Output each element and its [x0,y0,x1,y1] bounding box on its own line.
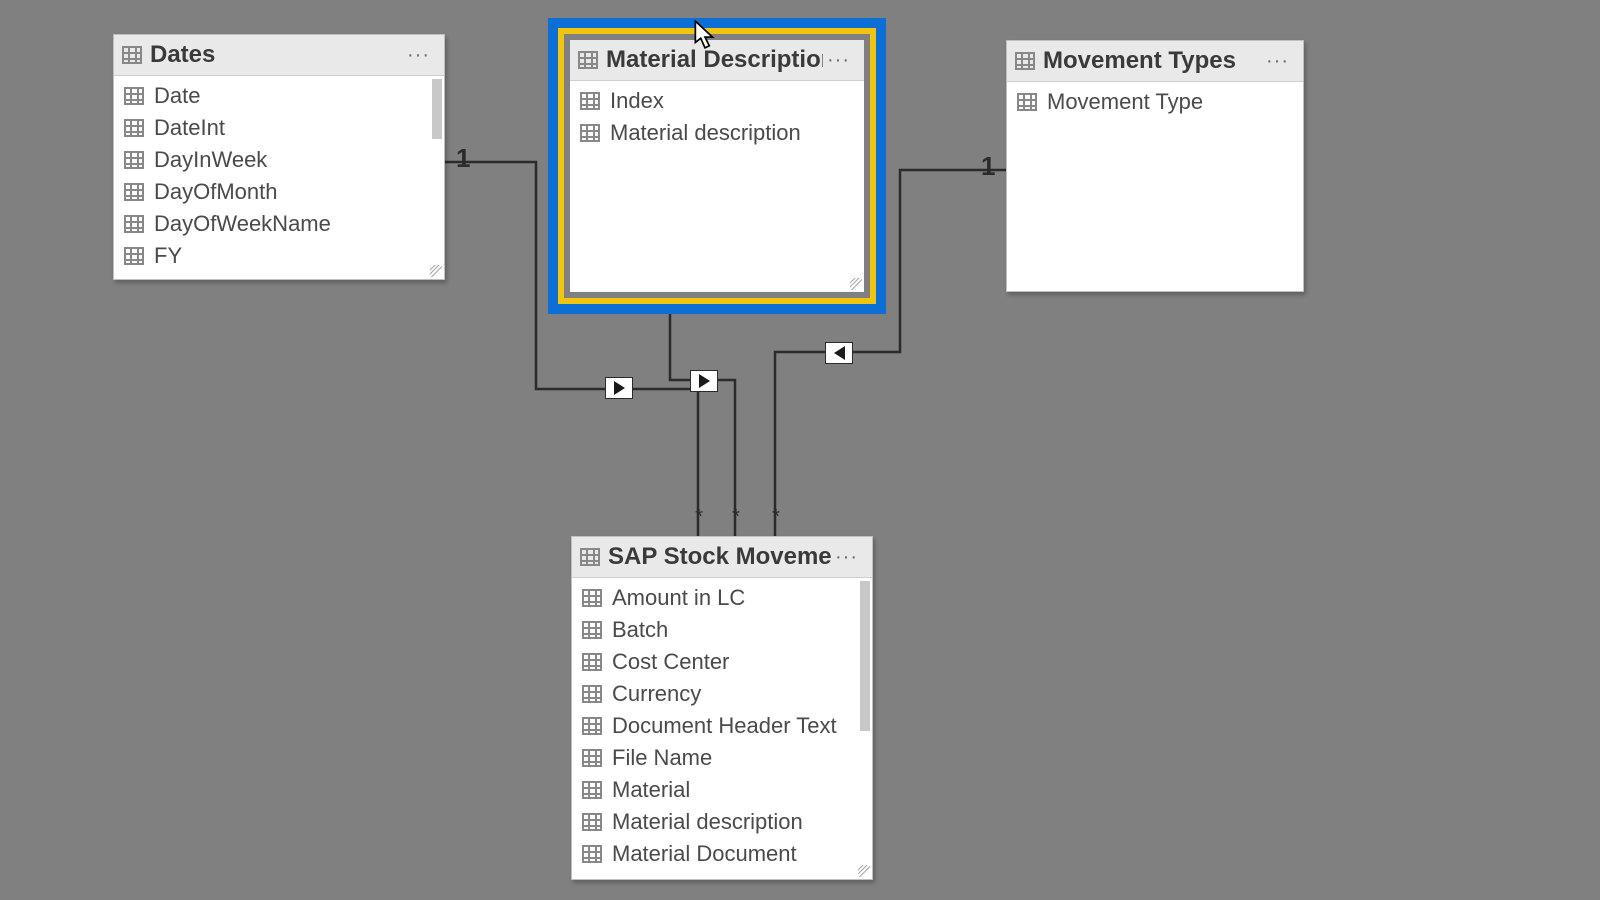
table-material-description[interactable]: Material Description ··· Index Material … [570,40,864,292]
table-title: Material Description [606,46,823,74]
table-icon [578,51,598,69]
scrollbar-thumb[interactable] [432,79,442,139]
field-item[interactable]: Material Document [572,838,872,870]
field-item[interactable]: Cost Center [572,646,872,678]
field-icon [124,183,144,201]
field-icon [582,685,602,703]
table-icon [122,46,142,64]
table-header-material-description[interactable]: Material Description ··· [570,40,864,81]
field-icon [1017,93,1037,111]
field-item[interactable]: FY [114,240,444,272]
field-icon [580,92,600,110]
filter-direction-dates[interactable] [605,377,633,399]
field-item[interactable]: DayOfWeekName [114,208,444,240]
cardinality-one-movementtypes: 1 [981,151,995,182]
field-list-movement-types: Movement Type [1007,82,1303,122]
cardinality-many-2: * [726,506,746,529]
filter-direction-material[interactable] [690,370,718,392]
resize-grip[interactable] [430,265,442,277]
field-item[interactable]: Material description [570,117,864,149]
field-item[interactable]: Movement Type [1007,86,1303,118]
field-icon [582,589,602,607]
scrollbar-thumb[interactable] [860,581,870,731]
cardinality-one-dates: 1 [456,143,470,174]
field-icon [124,215,144,233]
resize-grip[interactable] [858,865,870,877]
table-sap-stock-movements[interactable]: SAP Stock Movements ··· Amount in LC Bat… [571,536,873,880]
filter-direction-movementtypes[interactable] [825,342,853,364]
table-dates[interactable]: Dates ··· Date DateInt DayInWeek DayOfMo… [113,34,445,280]
field-icon [582,653,602,671]
field-list-material-description: Index Material description [570,81,864,153]
field-icon [124,151,144,169]
resize-grip[interactable] [850,278,862,290]
field-item[interactable]: Material description [572,806,872,838]
field-item[interactable]: Date [114,80,444,112]
table-options-button[interactable]: ··· [1262,50,1293,73]
table-header-movement-types[interactable]: Movement Types ··· [1007,41,1303,82]
field-icon [582,845,602,863]
table-options-button[interactable]: ··· [831,546,862,569]
field-icon [582,749,602,767]
field-icon [582,717,602,735]
field-icon [124,87,144,105]
field-item[interactable]: DayInWeek [114,144,444,176]
field-icon [582,813,602,831]
table-title: SAP Stock Movements [608,543,831,571]
cardinality-many-3: * [766,506,786,529]
table-options-button[interactable]: ··· [823,49,854,72]
table-title: Movement Types [1043,47,1262,75]
field-item[interactable]: Index [570,85,864,117]
model-canvas[interactable]: 1 1 * * * Dates ··· Date DateInt DayInWe… [0,0,1600,900]
field-item[interactable]: Currency [572,678,872,710]
field-icon [582,781,602,799]
field-icon [580,124,600,142]
table-title: Dates [150,41,403,69]
field-item[interactable]: DayOfMonth [114,176,444,208]
table-header-dates[interactable]: Dates ··· [114,35,444,76]
field-list-dates: Date DateInt DayInWeek DayOfMonth DayOfW… [114,76,444,276]
field-item[interactable]: Material [572,774,872,806]
field-item[interactable]: Batch [572,614,872,646]
table-movement-types[interactable]: Movement Types ··· Movement Type [1006,40,1304,292]
field-icon [124,247,144,265]
field-icon [124,119,144,137]
table-icon [580,548,600,566]
table-options-button[interactable]: ··· [403,44,434,67]
field-item[interactable]: File Name [572,742,872,774]
field-list-sap-stock-movements: Amount in LC Batch Cost Center Currency … [572,578,872,874]
table-icon [1015,52,1035,70]
field-item[interactable]: Amount in LC [572,582,872,614]
field-item[interactable]: Document Header Text [572,710,872,742]
field-icon [582,621,602,639]
cardinality-many-1: * [689,506,709,529]
table-header-sap-stock-movements[interactable]: SAP Stock Movements ··· [572,537,872,578]
field-item[interactable]: DateInt [114,112,444,144]
